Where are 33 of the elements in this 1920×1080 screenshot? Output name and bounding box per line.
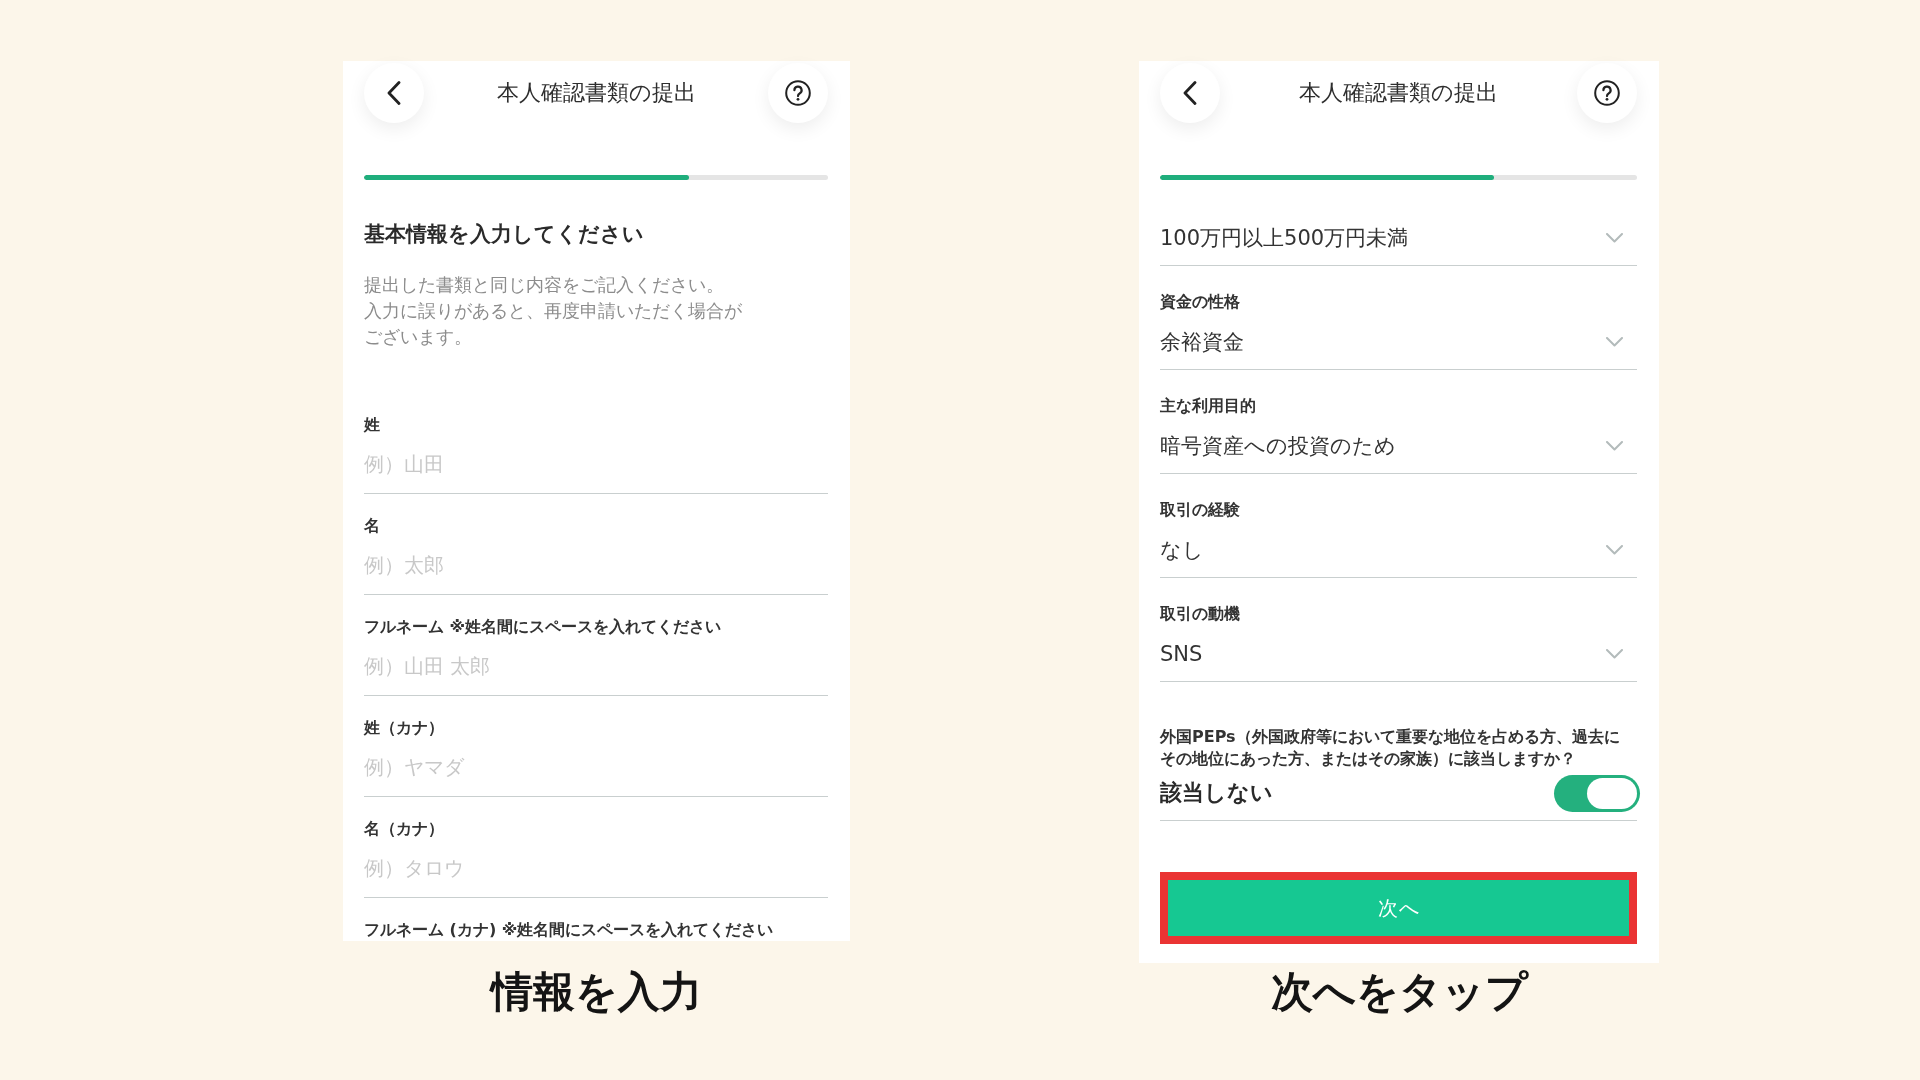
field-label: 名（カナ） <box>364 818 445 840</box>
section-heading: 基本情報を入力してください <box>364 221 645 248</box>
select-field[interactable]: 余裕資金 <box>1160 327 1637 370</box>
chevron-down-icon <box>1606 441 1623 451</box>
screen-title: 本人確認書類の提出 <box>1298 79 1499 107</box>
select-field[interactable]: 暗号資産への投資のため <box>1160 431 1637 474</box>
chevron-down-icon <box>1606 649 1623 659</box>
select-field[interactable]: SNS <box>1160 639 1637 682</box>
field-label: フルネーム (カナ) ※姓名間にスペースを入れてください <box>364 919 775 941</box>
caption-text: 情報を入力 <box>491 967 702 1017</box>
field-label: フルネーム ※姓名間にスペースを入れてください <box>364 616 723 638</box>
chevron-down-icon <box>1606 337 1623 347</box>
help-icon <box>785 80 811 106</box>
screen-title: 本人確認書類の提出 <box>495 79 697 107</box>
field-label: 資金の性格 <box>1160 291 1241 313</box>
select-field[interactable]: なし <box>1160 535 1637 578</box>
description-text: 提出した書類と同じ内容をご記入ください。 入力に誤りがあると、再度申請いただく場合が ございます。 <box>364 273 743 349</box>
caption-text: 次へをタップ <box>1270 967 1528 1017</box>
toggle-switch[interactable] <box>1554 774 1640 812</box>
select-field[interactable]: 100万円以上500万円未満 <box>1160 223 1637 266</box>
field-label: 姓 <box>364 414 381 436</box>
field-label: 取引の動機 <box>1160 603 1241 625</box>
chevron-down-icon <box>1606 233 1623 243</box>
question-text: 外国PEPs（外国政府等において重要な地位を占める方、過去に その地位にあった方、またはその家族）に該当しますか？ <box>1160 726 1621 769</box>
help-icon <box>1594 80 1620 106</box>
field-label: 主な利用目的 <box>1160 395 1257 417</box>
chevron-left-icon <box>387 81 401 105</box>
field-label: 姓（カナ） <box>364 717 445 739</box>
toggle-label: 該当しない <box>1160 779 1273 807</box>
field-label: 名 <box>364 515 381 537</box>
chevron-left-icon <box>1183 81 1197 105</box>
field-label: 取引の経験 <box>1160 499 1241 521</box>
chevron-down-icon <box>1606 545 1623 555</box>
